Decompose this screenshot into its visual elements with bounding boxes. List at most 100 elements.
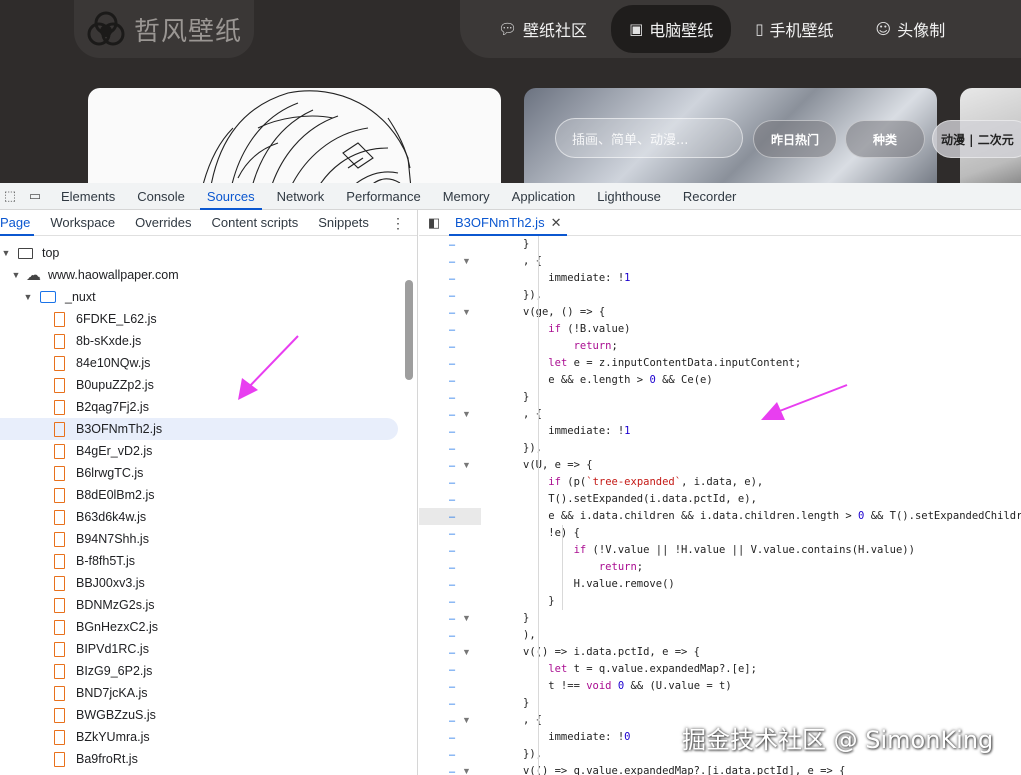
fold-arrow-icon[interactable]: ▼ [462,647,471,657]
tab-sources[interactable]: Sources [196,183,266,210]
category-button[interactable]: 种类 [845,120,925,158]
tree-file-row[interactable]: BBJ00xv3.js [0,572,418,594]
tab-application[interactable]: Application [501,183,587,210]
gutter-line[interactable]: – [419,593,481,610]
tree-file-row[interactable]: BIzG9_6P2.js [0,660,418,682]
tree-file-row[interactable]: Ba9froRt.js [0,748,418,770]
fold-arrow-icon[interactable]: ▼ [462,766,471,775]
gutter-line[interactable]: – [419,695,481,712]
tree-row-domain[interactable]: ▼ ☁ www.haowallpaper.com [0,264,418,286]
gutter-line[interactable]: – ▼ [419,304,481,321]
editor-tab[interactable]: B3OFNmTh2.js ✕ [449,210,568,236]
expand-triangle-icon[interactable]: ▼ [22,292,34,302]
subtab-snippets[interactable]: Snippets [308,210,379,236]
gutter-line[interactable]: – [419,576,481,593]
tree-file-row[interactable]: B6lrwgTC.js [0,462,418,484]
tab-memory[interactable]: Memory [432,183,501,210]
more-options-icon[interactable]: ⋮ [391,215,405,232]
tree-file-row[interactable]: BWGBZzuS.js [0,704,418,726]
gutter-line[interactable]: – [419,474,481,491]
gutter-line[interactable]: – [419,508,481,525]
site-logo[interactable]: 哲风壁纸 [74,0,254,58]
gutter-line[interactable]: – ▼ [419,253,481,270]
tab-elements[interactable]: Elements [50,183,126,210]
tree-row-folder[interactable]: ▼ _nuxt [0,286,418,308]
gutter-line[interactable]: – [419,542,481,559]
gutter-line[interactable]: – [419,236,481,253]
toggle-navigator-icon[interactable]: ◧ [419,215,449,231]
tab-lighthouse[interactable]: Lighthouse [586,183,672,210]
gutter-line[interactable]: – [419,491,481,508]
subtab-workspace[interactable]: Workspace [40,210,125,236]
gutter-line[interactable]: – ▼ [419,712,481,729]
tree-file-row[interactable]: B8dE0lBm2.js [0,484,418,506]
navigator-scrollbar[interactable] [405,280,413,380]
tree-file-row[interactable]: B2qag7Fj2.js [0,396,418,418]
gutter-line[interactable]: – ▼ [419,457,481,474]
tree-file-row[interactable]: 6FDKE_L62.js [0,308,418,330]
tab-performance[interactable]: Performance [335,183,431,210]
gutter-line[interactable]: – ▼ [419,406,481,423]
tree-file-row[interactable]: BND7jcKA.js [0,682,418,704]
nav-community[interactable]: 💬︎ 壁纸社区 [480,5,605,53]
gutter-line[interactable]: – [419,372,481,389]
expand-triangle-icon[interactable]: ▼ [10,270,22,280]
gutter-line[interactable]: – [419,287,481,304]
tree-row-top[interactable]: ▼ top [0,242,418,264]
tree-file-row[interactable]: B3OFNmTh2.js [0,418,398,440]
tree-file-row[interactable]: BGnHezxC2.js [0,616,418,638]
tab-console[interactable]: Console [126,183,196,210]
nav-phone-wallpaper[interactable]: ▯ 手机壁纸 [737,5,851,53]
gutter-line[interactable]: – [419,321,481,338]
subtab-page[interactable]: Page [0,210,40,236]
fold-arrow-icon[interactable]: ▼ [462,409,471,419]
phone-icon: ▯ [755,20,764,38]
gutter-line[interactable]: – [419,440,481,457]
search-input[interactable]: 插画、简单、动漫... [555,118,743,158]
anime-tag-button[interactable]: 动漫 | 二次元 [932,120,1021,158]
nav-avatar[interactable]: ☺ 头像制 [858,5,964,53]
tree-file-row[interactable]: B94N7Shh.js [0,528,418,550]
fold-arrow-icon[interactable]: ▼ [462,460,471,470]
tree-file-row[interactable]: B0upuZZp2.js [0,374,418,396]
fold-arrow-icon[interactable]: ▼ [462,613,471,623]
fold-arrow-icon[interactable]: ▼ [462,715,471,725]
subtab-content-scripts[interactable]: Content scripts [202,210,309,236]
tree-file-row[interactable]: BDNMzG2s.js [0,594,418,616]
gutter-line[interactable]: – [419,746,481,763]
tab-network[interactable]: Network [266,183,336,210]
tree-file-row[interactable]: B-f8fh5T.js [0,550,418,572]
tree-file-row[interactable]: 8b-sKxde.js [0,330,418,352]
gutter-line[interactable]: – [419,729,481,746]
gutter-line[interactable]: – [419,661,481,678]
inspect-element-icon[interactable]: ⬚ [0,183,20,210]
gutter-line[interactable]: – ▼ [419,610,481,627]
gutter-line[interactable]: – [419,270,481,287]
tree-file-row[interactable]: B63d6k4w.js [0,506,418,528]
expand-triangle-icon[interactable]: ▼ [0,248,12,258]
gutter-line[interactable]: – [419,678,481,695]
code-view[interactable]: } , { immediate: !1}), v(ge, () => { if (!… [481,236,1021,775]
fold-arrow-icon[interactable]: ▼ [462,307,471,317]
gutter-line[interactable]: – ▼ [419,644,481,661]
gutter-line[interactable]: – [419,338,481,355]
gutter-line[interactable]: – [419,627,481,644]
subtab-overrides[interactable]: Overrides [125,210,201,236]
tab-recorder[interactable]: Recorder [672,183,747,210]
tree-file-row[interactable]: BIPVd1RC.js [0,638,418,660]
tree-file-row[interactable]: BZkYUmra.js [0,726,418,748]
fold-arrow-icon[interactable]: ▼ [462,256,471,266]
device-toolbar-icon[interactable]: ▭ [20,183,50,210]
gutter-line[interactable]: – [419,559,481,576]
nav-desktop-wallpaper[interactable]: ▣ 电脑壁纸 [611,5,732,53]
gutter-line[interactable]: – [419,355,481,372]
gutter-line[interactable]: – ▼ [419,763,481,775]
gutter-line[interactable]: – [419,389,481,406]
yesterday-hot-button[interactable]: 昨日热门 [753,120,837,158]
wallpaper-card-sketch[interactable] [88,88,501,183]
tree-file-row[interactable]: B4gEr_vD2.js [0,440,418,462]
gutter-line[interactable]: – [419,525,481,542]
gutter-line[interactable]: – [419,423,481,440]
close-icon[interactable]: ✕ [551,215,562,231]
tree-file-row[interactable]: 84e10NQw.js [0,352,418,374]
